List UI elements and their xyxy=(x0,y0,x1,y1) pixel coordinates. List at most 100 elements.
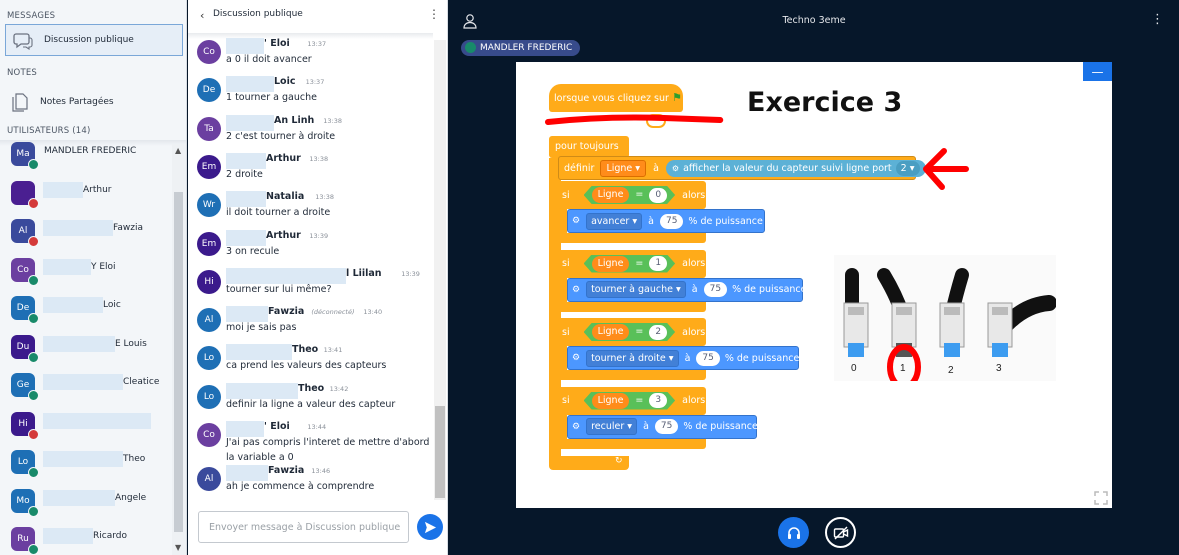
message-time: 13:40 xyxy=(363,308,383,317)
sensor-diagram: 0 1 2 3 xyxy=(843,268,1057,390)
back-chevron-icon[interactable]: ‹ xyxy=(200,9,204,22)
nav-public-chat[interactable]: Discussion publique xyxy=(5,24,183,56)
define-label: définir xyxy=(564,162,595,174)
scroll-down-icon[interactable]: ▼ xyxy=(175,543,181,552)
message-author: Arthur xyxy=(266,152,301,164)
nav-shared-notes[interactable]: Notes Partagées xyxy=(5,88,183,116)
avatar-initials: Co xyxy=(203,430,215,440)
redacted-name xyxy=(43,451,123,467)
chat-options-icon[interactable]: ⋮ xyxy=(428,7,440,21)
scroll-up-icon[interactable]: ▲ xyxy=(175,146,181,155)
message-status: (déconnecté) xyxy=(311,308,355,317)
message-time: 13:46 xyxy=(311,467,331,475)
camera-button[interactable] xyxy=(825,517,856,548)
avatar-initials: Em xyxy=(201,161,217,172)
equals-sign: = xyxy=(635,394,644,406)
variable-reporter: Ligne xyxy=(592,393,630,409)
message-avatar: Lo xyxy=(197,384,221,409)
muted-microphone-icon xyxy=(28,236,39,247)
chat-message: Al Fawzia 13:46 ah je commence à comprendre xyxy=(197,465,437,505)
message-avatar: Em xyxy=(197,231,221,256)
action-name: tourner à gauche xyxy=(591,284,673,295)
meeting-options-icon[interactable]: ⋮ xyxy=(1151,12,1164,27)
message-time: 13:39 xyxy=(401,269,420,278)
if-label: si xyxy=(562,258,570,269)
then-label: alors xyxy=(682,326,706,338)
messages-heading: MESSAGES xyxy=(7,11,56,21)
motor-action-block: ⚙ tourner à droite ▾ à 75 % de puissance xyxy=(567,346,799,370)
variable-dropdown: Ligne ▾ xyxy=(600,159,647,177)
variable-reporter: Ligne xyxy=(592,324,630,340)
user-initials: Hi xyxy=(18,418,28,429)
message-avatar: Co xyxy=(197,40,221,64)
minimize-presentation-button[interactable]: — xyxy=(1083,62,1112,81)
chat-message: Lo Theo 13:42 definir la ligne a valeur des… xyxy=(197,382,437,423)
annotation-arrow xyxy=(923,148,969,190)
user-initials: Du xyxy=(16,341,30,352)
send-button[interactable] xyxy=(417,514,443,540)
user-initials: Al xyxy=(18,226,28,236)
if-label: si xyxy=(562,395,570,406)
message-author: Arthur xyxy=(266,229,301,241)
chat-scrollbar[interactable] xyxy=(434,40,446,500)
user-list-item[interactable]: Ge Cleatice xyxy=(11,373,171,407)
avatar-initials: Wr xyxy=(202,200,216,211)
message-time: 13:42 xyxy=(329,384,349,393)
avatar-initials: Co xyxy=(203,47,215,57)
message-author: Fawzia xyxy=(268,465,305,476)
if-label: si xyxy=(562,189,570,201)
redacted-name xyxy=(43,528,93,544)
equals-sign: = xyxy=(635,189,644,200)
chat-message: Em Arthur 13:39 3 on recule xyxy=(197,229,437,270)
user-list-item[interactable]: Arthur xyxy=(11,180,171,215)
green-flag-icon: ⚑ xyxy=(671,91,682,104)
user-list-item[interactable]: Ru Ricardo xyxy=(11,527,171,555)
redacted-name xyxy=(43,220,113,236)
message-time: 13:41 xyxy=(323,346,343,355)
message-time: 13:37 xyxy=(307,40,327,48)
user-list-item[interactable]: De Loic xyxy=(11,296,171,330)
loop-arrow-icon: ↻ xyxy=(615,456,623,466)
user-list-scrollbar[interactable]: ▲ ▼ xyxy=(172,144,186,555)
microphone-icon xyxy=(28,505,39,517)
robot-icon: ⚙ xyxy=(572,421,581,432)
message-author: An Linh xyxy=(274,114,315,126)
user-list-item[interactable]: Al Fawzia xyxy=(11,219,171,253)
user-list-item[interactable]: Lo Theo xyxy=(11,450,171,484)
user-list[interactable]: Ma MANDLER FREDERIC Arthur Al Fawzia Co Y Eloi… xyxy=(0,138,172,555)
redacted-name xyxy=(43,489,115,506)
user-list-item[interactable]: Co Y Eloi xyxy=(11,257,171,292)
message-avatar: De xyxy=(197,78,221,103)
audio-button[interactable] xyxy=(778,517,809,548)
user-list-item[interactable]: Ma MANDLER FREDERIC xyxy=(11,142,171,176)
fullscreen-icon[interactable] xyxy=(1094,491,1108,505)
power-label: % de puissance xyxy=(732,284,807,295)
presentation-area: Techno 3eme ⋮ MANDLER FREDERIC — Exercic… xyxy=(449,0,1179,555)
user-list-item[interactable]: Du E Louis xyxy=(11,334,171,369)
robot-icon: ⚙ xyxy=(572,284,581,295)
variable-reporter: Ligne xyxy=(592,256,630,272)
power-value: 75 xyxy=(703,282,728,297)
chat-message: Ta An Linh 13:38 2 c'est tourner à droite xyxy=(197,114,437,155)
chat-scrollbar-thumb[interactable] xyxy=(435,406,445,498)
equals-condition: Ligne = 0 xyxy=(584,186,676,204)
sensor-port-dropdown: 2 ▾ xyxy=(895,160,920,176)
user-list-item[interactable]: Hi xyxy=(11,411,171,446)
message-time: 13:37 xyxy=(305,78,325,87)
scrollbar-thumb[interactable] xyxy=(174,192,183,532)
meeting-title: Techno 3eme xyxy=(782,15,846,26)
microphone-icon xyxy=(465,42,476,53)
message-avatar: Em xyxy=(197,154,221,179)
sensor-label-0: 0 xyxy=(851,363,857,374)
avatar-initials: Al xyxy=(204,315,214,326)
chat-message: Al Fawzia (déconnecté) 13:40 moi je sais pas xyxy=(197,306,437,346)
message-text: il doit tourner a droite xyxy=(226,207,331,219)
motor-action-block: ⚙ reculer ▾ à 75 % de puissance xyxy=(567,414,758,439)
user-list-item[interactable]: Mo Angele xyxy=(11,488,171,523)
motor-action-block: ⚙ avancer ▾ à 75 % de puissance xyxy=(567,209,765,233)
chat-message-input[interactable]: Envoyer message à Discussion publique xyxy=(198,511,409,543)
power-label: % de puissance xyxy=(688,215,763,227)
message-text: 3 on recule xyxy=(226,245,280,257)
robot-icon: ⚙ xyxy=(671,163,680,173)
avatar-initials: Al xyxy=(204,474,214,484)
